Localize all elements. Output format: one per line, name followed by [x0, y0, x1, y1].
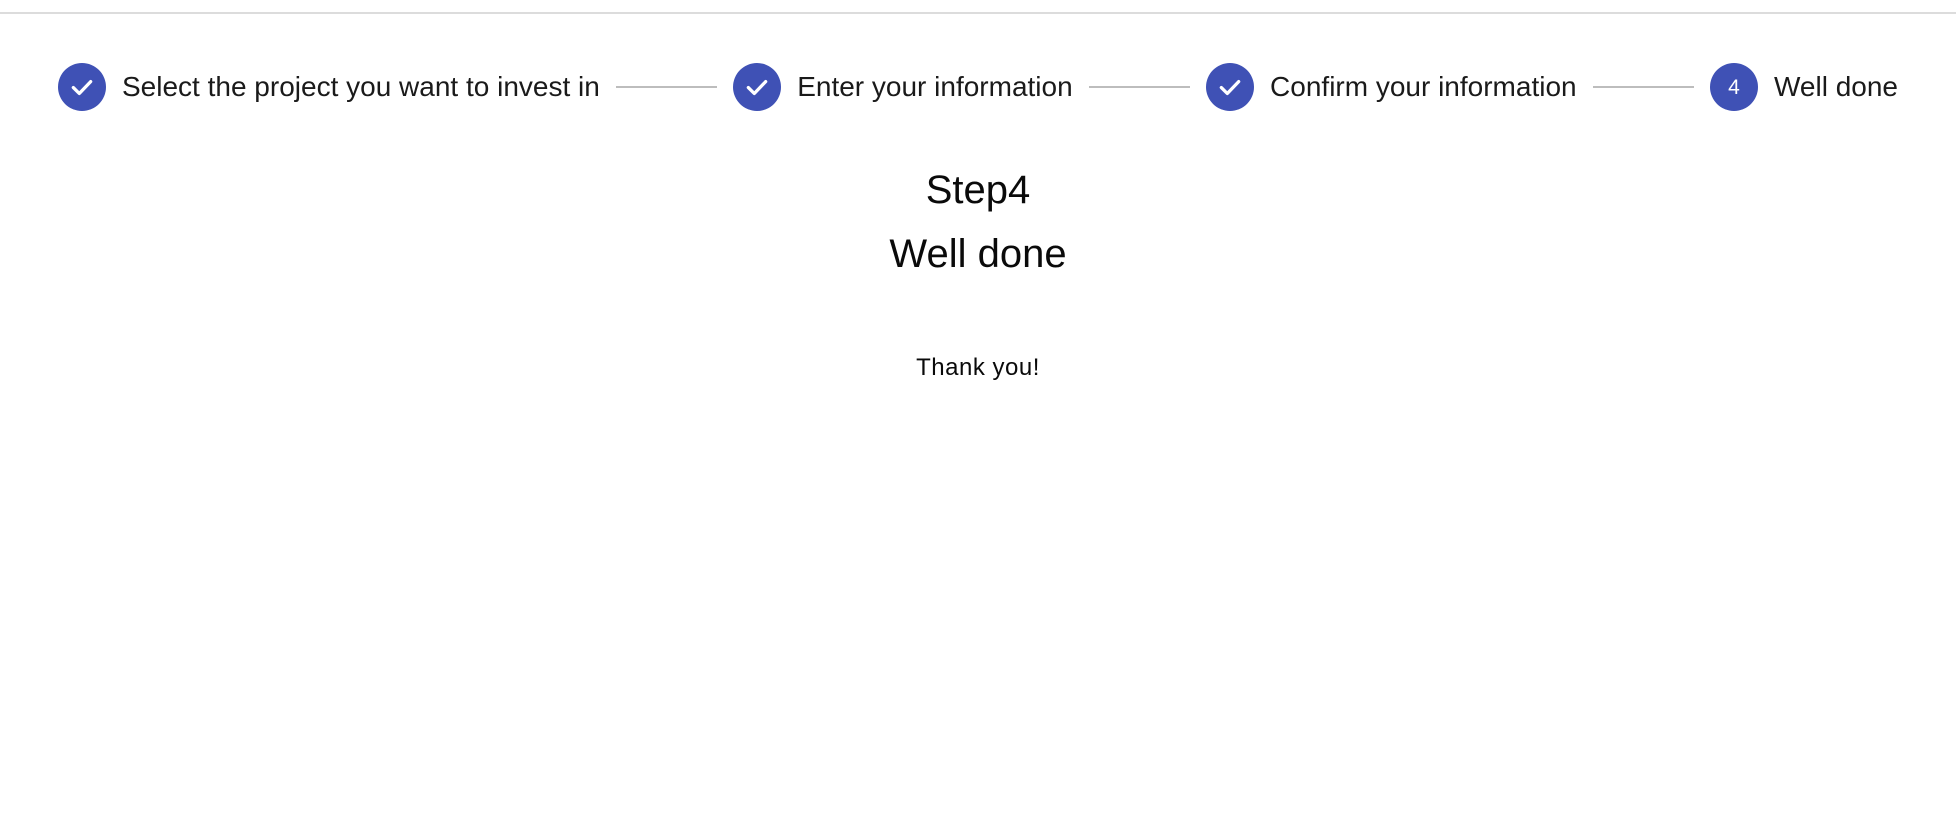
step-connector: [1592, 86, 1694, 88]
progress-stepper: Select the project you want to invest in…: [58, 62, 1898, 112]
step-title: Well done: [889, 232, 1067, 276]
step-1-label: Select the project you want to invest in: [122, 71, 600, 102]
step-2-label: Enter your information: [797, 71, 1073, 102]
check-icon: [71, 79, 93, 96]
thank-you-message: Thank you!: [916, 354, 1040, 381]
step-2-indicator: [733, 63, 782, 111]
step-4-number: 4: [1728, 75, 1740, 99]
step-content: Step4 Well done Thank you!: [0, 160, 1956, 382]
step-heading: Step4: [925, 168, 1031, 212]
top-divider: [0, 12, 1956, 14]
step-enter-information[interactable]: Enter your information: [733, 63, 1073, 111]
step-connector: [615, 86, 718, 88]
step-1-indicator: [58, 63, 106, 111]
step-4-indicator: 4: [1709, 63, 1758, 111]
check-icon: [746, 79, 768, 96]
step-confirm-information[interactable]: Confirm your information: [1206, 63, 1577, 111]
step-3-label: Confirm your information: [1270, 71, 1577, 102]
step-select-project[interactable]: Select the project you want to invest in: [58, 63, 600, 111]
step-connector: [1088, 86, 1191, 88]
step-4-label: Well done: [1773, 71, 1898, 102]
step-well-done[interactable]: 4 Well done: [1709, 63, 1898, 111]
step-3-indicator: [1206, 63, 1255, 111]
check-icon: [1219, 79, 1241, 96]
